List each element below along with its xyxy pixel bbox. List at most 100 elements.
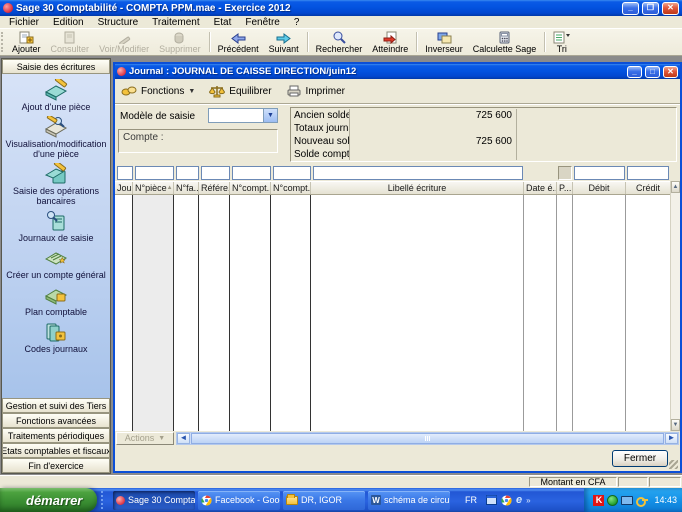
sidebar-item-visualisation-piece[interactable]: Visualisation/modification d'une pièce bbox=[2, 115, 110, 162]
modele-saisie-combobox[interactable]: ▼ bbox=[208, 108, 278, 123]
sidebar-header-saisie[interactable]: Saisie des écritures bbox=[2, 59, 110, 74]
column-header-libelle[interactable]: Libellé écriture bbox=[311, 182, 524, 194]
suivant-button[interactable]: Suivant bbox=[264, 29, 304, 55]
minimize-button[interactable]: _ bbox=[622, 1, 639, 15]
status-empty-pane bbox=[0, 477, 528, 487]
inverseur-button[interactable]: Inverseur bbox=[420, 29, 468, 55]
journal-toolbar: Fonctions ▼ Equilibrer Imprimer bbox=[115, 79, 680, 104]
ajouter-button[interactable]: Ajouter bbox=[7, 29, 46, 55]
sidebar-section-traitements[interactable]: Traitements périodiques bbox=[2, 428, 110, 443]
sidebar-item-ajout-piece[interactable]: Ajout d'une pièce bbox=[21, 78, 92, 115]
vertical-scroll-track[interactable] bbox=[671, 193, 680, 419]
filter-input-nfacture[interactable] bbox=[176, 165, 199, 180]
codes-book-icon bbox=[43, 321, 69, 343]
column-header-npiece[interactable]: N°pièce ▲ bbox=[133, 182, 174, 194]
filter-input-ncompte2[interactable] bbox=[273, 165, 311, 180]
journal-minimize-button[interactable]: _ bbox=[627, 65, 642, 78]
precedent-button[interactable]: Précédent bbox=[213, 29, 264, 55]
task-word[interactable]: W schéma de circulati... bbox=[368, 490, 450, 510]
column-header-date[interactable]: Date é... bbox=[524, 182, 557, 194]
task-folder[interactable]: DR, IGOR bbox=[283, 490, 365, 510]
sidebar-item-operations-bancaires[interactable]: Saisie des opérations bancaires bbox=[2, 162, 110, 209]
tri-button[interactable]: Tri bbox=[548, 29, 575, 55]
status-pane-3 bbox=[649, 477, 681, 487]
toolbar-grip[interactable] bbox=[1, 32, 6, 52]
column-header-ncompte2[interactable]: N°compt.. bbox=[271, 182, 311, 194]
imprimer-button[interactable]: Imprimer bbox=[286, 85, 345, 97]
column-header-nfacture[interactable]: N°fa.. bbox=[174, 182, 199, 194]
filter-input-credit[interactable] bbox=[627, 165, 669, 180]
green-status-icon[interactable] bbox=[607, 494, 619, 506]
sidebar-item-plan-comptable[interactable]: Plan comptable bbox=[24, 283, 88, 320]
sidebar-section-tiers[interactable]: Gestion et suivi des Tiers bbox=[2, 398, 110, 413]
task-facebook[interactable]: Facebook - Google... bbox=[198, 490, 280, 510]
key-icon[interactable] bbox=[636, 496, 649, 507]
calculette-button[interactable]: Calculette Sage bbox=[468, 29, 542, 55]
equilibrer-button[interactable]: Equilibrer bbox=[209, 85, 272, 98]
rechercher-button[interactable]: Rechercher bbox=[311, 29, 368, 55]
column-header-p[interactable]: P... bbox=[557, 182, 573, 194]
column-header-credit[interactable]: Crédit bbox=[626, 182, 670, 194]
column-header-reference[interactable]: Référe... bbox=[199, 182, 230, 194]
journal-maximize-button[interactable]: □ bbox=[645, 65, 660, 78]
restore-button[interactable]: ❐ bbox=[642, 1, 659, 15]
sidebar-item-creer-compte[interactable]: Créer un compte général bbox=[5, 246, 107, 283]
menu-fichier[interactable]: Fichier bbox=[2, 17, 46, 28]
menu-edition[interactable]: Edition bbox=[46, 17, 91, 28]
sidebar-section-etats[interactable]: Etats comptables et fiscaux bbox=[2, 443, 110, 458]
filter-input-npiece[interactable] bbox=[135, 165, 174, 180]
column-header-jour[interactable]: Jour bbox=[115, 182, 133, 194]
close-button[interactable]: ✕ bbox=[662, 1, 679, 15]
menu-structure[interactable]: Structure bbox=[91, 17, 146, 28]
scroll-left-icon[interactable]: ◄ bbox=[177, 432, 190, 444]
sidebar-section-fin-exercice[interactable]: Fin d'exercice bbox=[2, 458, 110, 473]
sidebar-item-label: Créer un compte général bbox=[6, 270, 106, 280]
column-header-npiece-label: N°pièce bbox=[135, 183, 167, 193]
filter-input-libelle[interactable] bbox=[313, 165, 523, 180]
actions-dropdown: Actions ▼ bbox=[116, 431, 174, 445]
fonctions-label: Fonctions bbox=[141, 85, 185, 97]
filter-input-debit[interactable] bbox=[574, 165, 625, 180]
filter-input-jour[interactable] bbox=[117, 165, 133, 180]
horizontal-scrollbar[interactable]: ◄ ► bbox=[176, 431, 679, 445]
grid-body[interactable] bbox=[115, 195, 670, 431]
fermer-button[interactable]: Fermer bbox=[612, 449, 668, 467]
filter-input-reference[interactable] bbox=[201, 165, 230, 180]
totaux-journal-label: Totaux journal bbox=[294, 123, 349, 134]
resize-grip[interactable] bbox=[669, 460, 678, 469]
atteindre-button[interactable]: Atteindre bbox=[367, 29, 413, 55]
menu-etat[interactable]: Etat bbox=[207, 17, 239, 28]
menu-traitement[interactable]: Traitement bbox=[145, 17, 206, 28]
start-button[interactable]: démarrer bbox=[0, 488, 97, 512]
display-icon[interactable] bbox=[621, 495, 634, 505]
antivirus-k-icon[interactable]: K bbox=[593, 494, 605, 506]
sidebar-items: Ajout d'une pièce Visualisation/modifica… bbox=[2, 74, 110, 398]
vertical-scrollbar[interactable]: ▲ ▼ bbox=[670, 181, 680, 431]
main-window-title: Sage 30 Comptabilité - COMPTA PPM.mae - … bbox=[16, 2, 291, 14]
quicklaunch-window-icon[interactable] bbox=[486, 495, 497, 505]
chevron-overflow-icon[interactable]: » bbox=[526, 496, 530, 505]
calculette-label: Calculette Sage bbox=[472, 43, 537, 54]
sidebar-section-fonctions-avancees[interactable]: Fonctions avancées bbox=[2, 413, 110, 428]
scroll-down-icon[interactable]: ▼ bbox=[671, 419, 680, 431]
filter-input-ncompte1[interactable] bbox=[232, 165, 271, 180]
word-icon: W bbox=[371, 495, 381, 505]
fonctions-button[interactable]: Fonctions ▼ bbox=[121, 85, 195, 97]
horizontal-scroll-thumb[interactable] bbox=[191, 432, 664, 444]
journal-close-button[interactable]: ✕ bbox=[663, 65, 678, 78]
column-header-debit[interactable]: Débit bbox=[573, 182, 626, 194]
column-header-ncompte1[interactable]: N°compt.. bbox=[230, 182, 271, 194]
clock[interactable]: 14:43 bbox=[654, 495, 677, 505]
quicklaunch-chrome-icon[interactable] bbox=[501, 494, 512, 506]
task-sage[interactable]: Sage 30 Comptabil... bbox=[113, 490, 195, 510]
menu-fenetre[interactable]: Fenêtre bbox=[238, 17, 286, 28]
sidebar-item-codes-journaux[interactable]: Codes journaux bbox=[23, 320, 88, 357]
sidebar-item-journaux-saisie[interactable]: Journaux de saisie bbox=[17, 209, 94, 246]
scroll-up-icon[interactable]: ▲ bbox=[671, 181, 680, 193]
scroll-right-icon[interactable]: ► bbox=[665, 432, 678, 444]
language-indicator[interactable]: FR bbox=[460, 495, 482, 505]
menu-aide[interactable]: ? bbox=[287, 17, 307, 28]
internet-explorer-icon[interactable]: e bbox=[516, 494, 522, 506]
grid-column-nfacture bbox=[174, 195, 199, 431]
combobox-dropdown-icon[interactable]: ▼ bbox=[263, 109, 277, 122]
